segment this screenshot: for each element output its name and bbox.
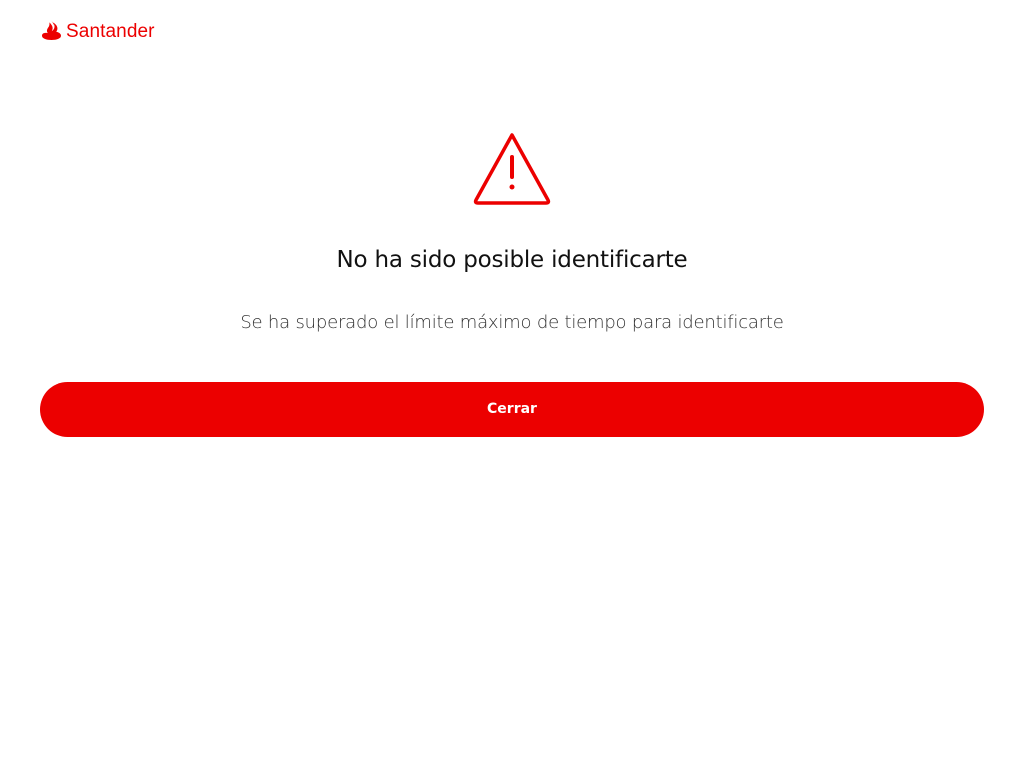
brand-name: Santander bbox=[66, 20, 155, 42]
warning-triangle-icon bbox=[473, 133, 551, 205]
santander-flame-icon bbox=[42, 20, 61, 40]
error-message: Se ha superado el límite máximo de tiemp… bbox=[240, 312, 784, 333]
page: Santander No ha sido posible identificar… bbox=[0, 0, 1024, 768]
header: Santander bbox=[40, 16, 155, 44]
error-content: No ha sido posible identificarte Se ha s… bbox=[40, 130, 984, 437]
close-button[interactable]: Cerrar bbox=[40, 381, 984, 437]
page-title: No ha sido posible identificarte bbox=[336, 247, 688, 273]
santander-logo: Santander bbox=[40, 19, 155, 41]
